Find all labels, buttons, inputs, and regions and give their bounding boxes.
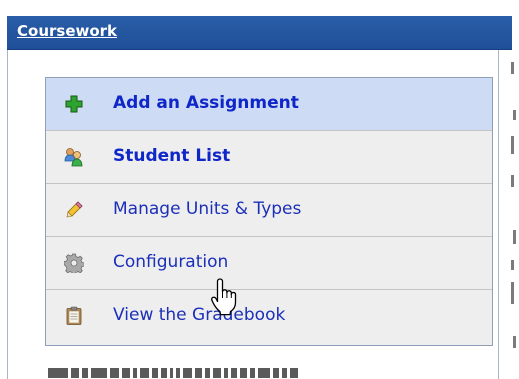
frame-border-left [7, 50, 8, 379]
coursework-header: Coursework [7, 16, 512, 50]
clipped-right-text [506, 50, 519, 379]
frame-border-right [498, 50, 499, 379]
menu-item-manage-units[interactable]: Manage Units & Types [46, 184, 492, 237]
menu-item-label: View the Gradebook [113, 305, 286, 325]
gear-icon [64, 253, 84, 273]
plus-icon [65, 95, 83, 113]
menu-item-label: Add an Assignment [113, 93, 299, 113]
pencil-icon [66, 201, 83, 218]
menu-item-label: Student List [113, 146, 231, 166]
clipped-bottom-text [48, 364, 498, 379]
clipboard-icon [66, 306, 82, 325]
students-icon [64, 148, 83, 167]
menu-item-student-list[interactable]: Student List [46, 131, 492, 184]
coursework-title-link[interactable]: Coursework [17, 22, 117, 40]
menu-item-label: Manage Units & Types [113, 199, 302, 219]
menu-item-label: Configuration [113, 252, 229, 272]
coursework-menu: Add an Assignment Student List Manage Un… [45, 77, 493, 346]
menu-item-add-assignment[interactable]: Add an Assignment [46, 78, 492, 131]
menu-item-view-gradebook[interactable]: View the Gradebook [46, 290, 492, 343]
menu-item-configuration[interactable]: Configuration [46, 237, 492, 290]
